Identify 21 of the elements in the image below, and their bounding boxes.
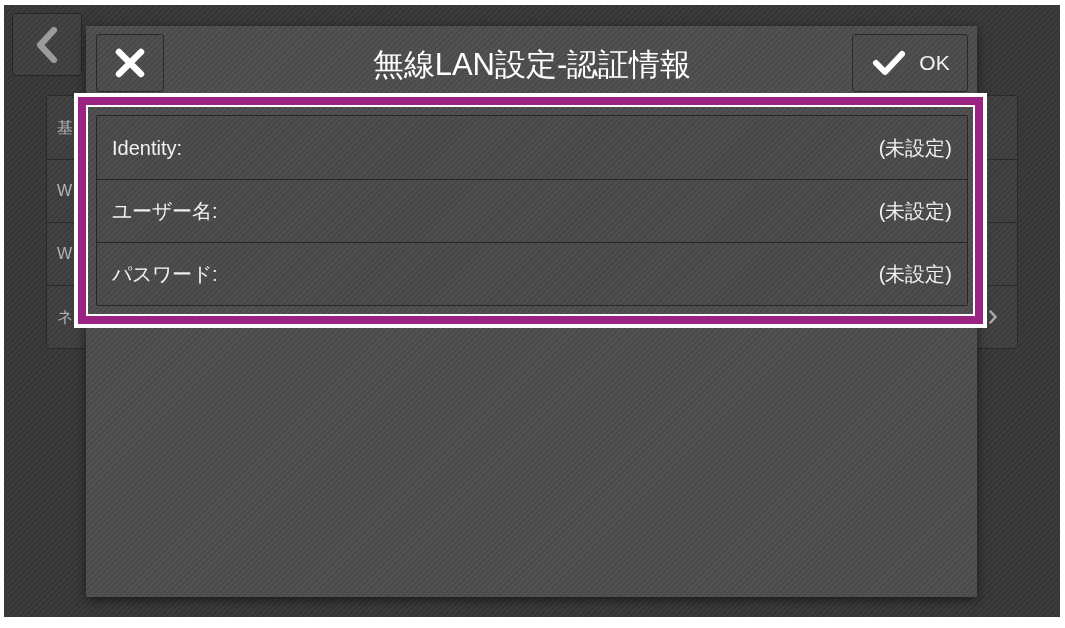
row-label: W bbox=[57, 181, 73, 201]
setting-row[interactable]: パスワード: (未設定) bbox=[97, 242, 967, 305]
setting-row[interactable]: ユーザー名: (未設定) bbox=[97, 179, 967, 242]
field-label: Identity: bbox=[112, 135, 183, 161]
setting-row[interactable]: Identity: (未設定) bbox=[97, 116, 967, 179]
field-value: (未設定) bbox=[878, 199, 952, 224]
close-icon bbox=[115, 48, 145, 78]
back-chevron-icon bbox=[36, 26, 58, 63]
row-label: 基 bbox=[57, 117, 73, 138]
back-button[interactable] bbox=[12, 13, 82, 76]
ok-button[interactable]: OK bbox=[852, 34, 968, 92]
field-label: パスワード: bbox=[112, 262, 218, 287]
field-value: (未設定) bbox=[878, 262, 952, 287]
check-icon bbox=[872, 50, 907, 76]
field-value: (未設定) bbox=[878, 135, 952, 161]
dialog-title: 無線LAN設定-認証情報 bbox=[372, 46, 692, 84]
row-label: W bbox=[57, 244, 73, 264]
close-button[interactable] bbox=[96, 34, 164, 92]
field-label: ユーザー名: bbox=[112, 199, 218, 224]
row-label: ネ bbox=[57, 307, 73, 327]
chevron-right-icon bbox=[989, 310, 997, 324]
